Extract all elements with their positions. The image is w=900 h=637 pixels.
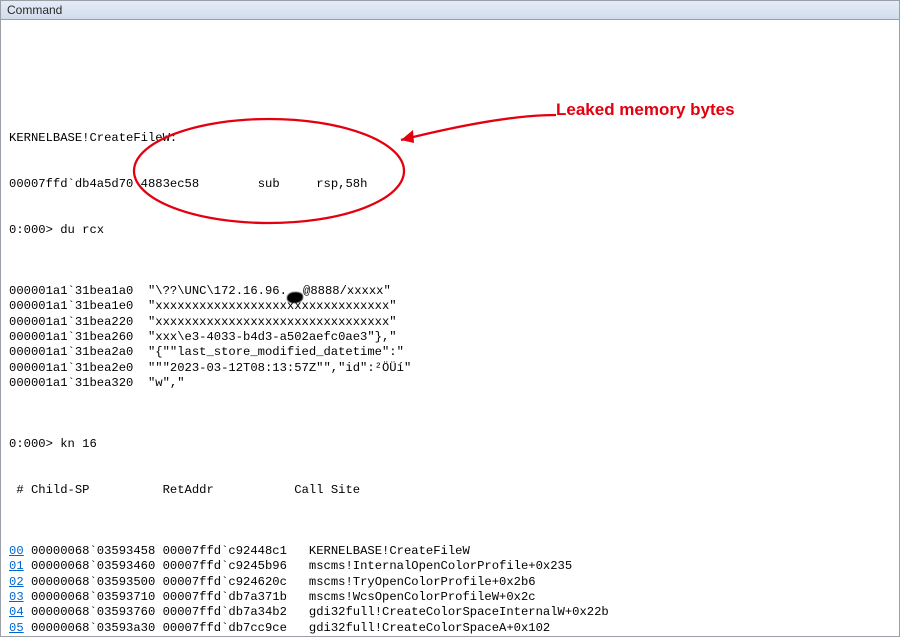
frame-index-link[interactable]: 00	[9, 544, 24, 558]
frame-index-link[interactable]: 03	[9, 590, 24, 604]
stack-frame-row: 03 00000068`03593710 00007ffd`db7a371b m…	[9, 590, 891, 605]
du-line: 000001a1`31bea260 "xxx\e3-4033-b4d3-a502…	[9, 330, 891, 345]
du-line: 000001a1`31bea320 "w","	[9, 376, 891, 391]
annotation-ellipse	[1, 20, 899, 320]
frame-index-link[interactable]: 01	[9, 559, 24, 573]
stack-frame-row: 01 00000068`03593460 00007ffd`c9245b96 m…	[9, 559, 891, 574]
du-line: 000001a1`31bea2e0 """2023-03-12T08:13:57…	[9, 361, 891, 376]
du-line: 000001a1`31bea220 "xxxxxxxxxxxxxxxxxxxxx…	[9, 315, 891, 330]
frame-index-link[interactable]: 05	[9, 621, 24, 635]
frame-index-link[interactable]: 04	[9, 605, 24, 619]
du-line: 000001a1`31bea2a0 "{""last_store_modifie…	[9, 345, 891, 360]
disasm-line: 00007ffd`db4a5d70 4883ec58 sub rsp,58h	[9, 177, 891, 192]
annotation-label: Leaked memory bytes	[556, 102, 735, 117]
stack-frame-row: 04 00000068`03593760 00007ffd`db7a34b2 g…	[9, 605, 891, 620]
prompt-kn: 0:000> kn 16	[9, 437, 891, 452]
kn-header: # Child-SP RetAddr Call Site	[9, 483, 891, 498]
command-window: Command Leaked memory bytes KERNELBASE!C…	[0, 0, 900, 637]
disasm-header: KERNELBASE!CreateFileW:	[9, 131, 891, 146]
debugger-output[interactable]: Leaked memory bytes KERNELBASE!CreateFil…	[1, 20, 899, 636]
stack-frame-row: 02 00000068`03593500 00007ffd`c924620c m…	[9, 575, 891, 590]
window-title: Command	[1, 1, 899, 20]
prompt-du: 0:000> du rcx	[9, 223, 891, 238]
stack-frame-row: 00 00000068`03593458 00007ffd`c92448c1 K…	[9, 544, 891, 559]
du-line: 000001a1`31bea1a0 "\??\UNC\172.16.96.@88…	[9, 284, 891, 299]
du-line: 000001a1`31bea1e0 "xxxxxxxxxxxxxxxxxxxxx…	[9, 299, 891, 314]
stack-frame-row: 05 00000068`03593a30 00007ffd`db7cc9ce g…	[9, 621, 891, 636]
frame-index-link[interactable]: 02	[9, 575, 24, 589]
